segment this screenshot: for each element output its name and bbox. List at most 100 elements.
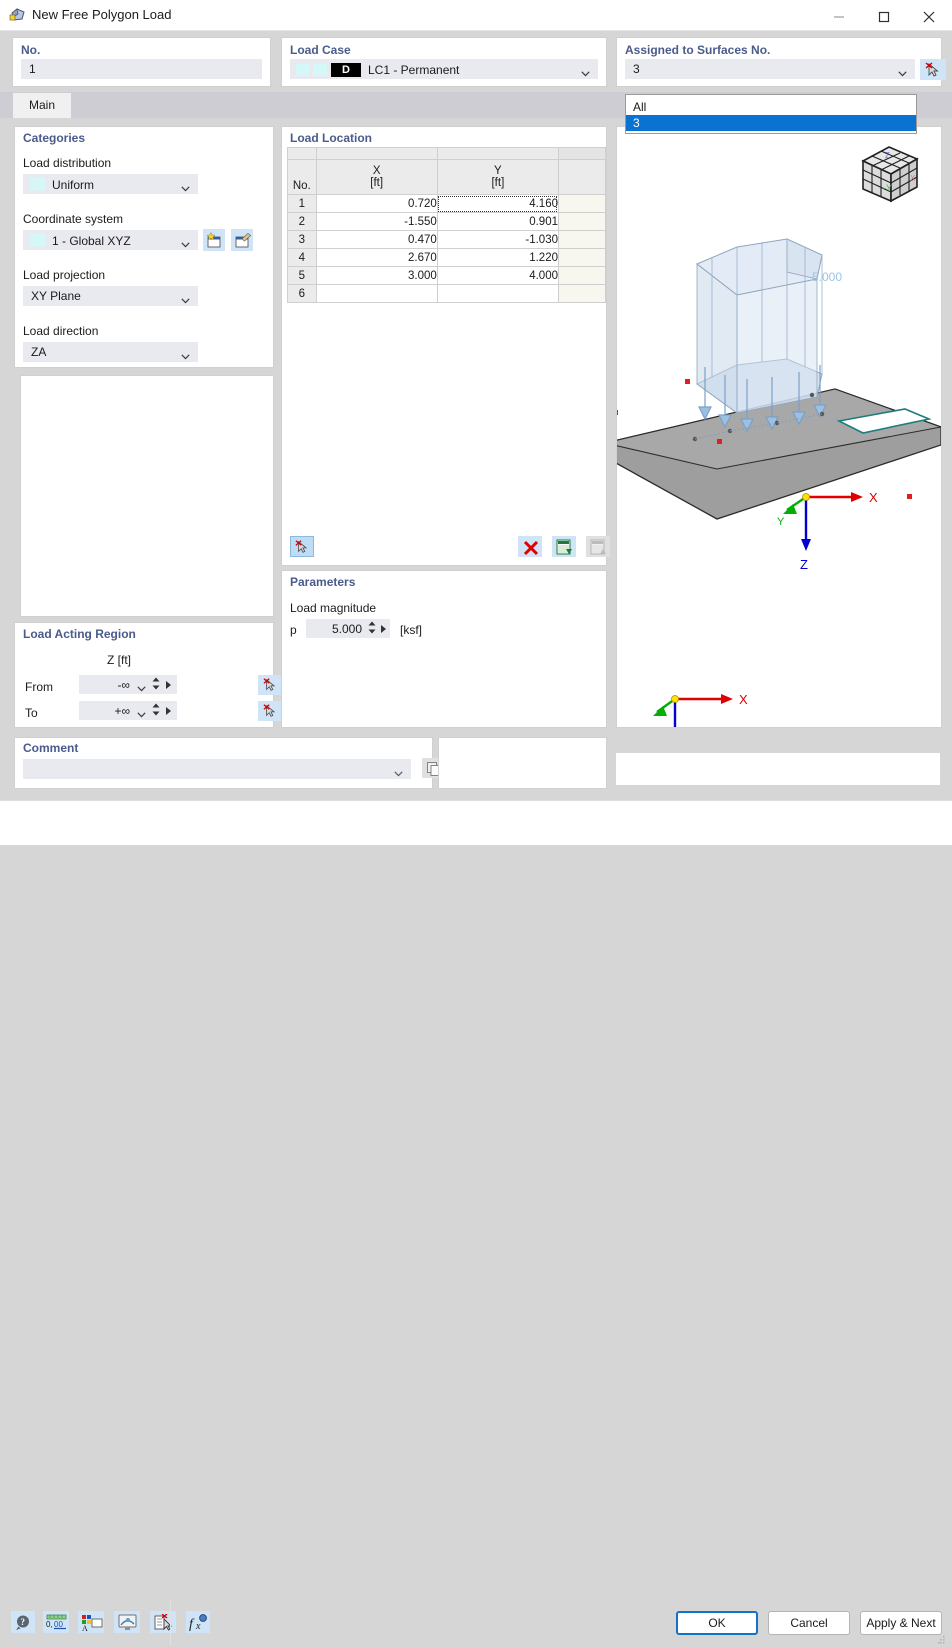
load-direction-combo[interactable]: ZA xyxy=(23,342,198,362)
comment-side-panel xyxy=(438,737,607,789)
assigned-surfaces-combo[interactable]: 3 xyxy=(625,59,915,79)
column-header-no: No. xyxy=(287,159,317,195)
row-4-x[interactable]: 2.670 xyxy=(315,248,438,267)
select-surface-icon[interactable] xyxy=(920,59,946,80)
svg-text:Y: Y xyxy=(777,516,785,528)
table-row[interactable]: 3 0.470 -1.030 xyxy=(287,230,607,249)
dropdown-option-all[interactable]: All xyxy=(626,99,916,115)
chevron-down-icon xyxy=(181,349,190,360)
to-label: To xyxy=(25,706,38,720)
load-magnitude-input[interactable]: 5.000 xyxy=(306,619,390,638)
svg-text:00: 00 xyxy=(54,1620,63,1629)
column-header-x: X [ft] xyxy=(315,159,438,195)
load-magnitude-spinner[interactable] xyxy=(368,620,376,637)
row-6-no: 6 xyxy=(287,284,317,303)
row-5-y[interactable]: 4.000 xyxy=(436,266,559,285)
load-direction-label: Load direction xyxy=(23,324,99,338)
export-excel-icon xyxy=(586,536,610,557)
from-input[interactable]: -∞ xyxy=(79,675,177,694)
tab-main[interactable]: Main xyxy=(12,92,72,118)
load-distribution-combo[interactable]: Uniform xyxy=(23,174,198,194)
row-3-y[interactable]: -1.030 xyxy=(436,230,559,249)
load-location-group: Load Location No. X [ft] Y [ft] 1 0.720 … xyxy=(281,126,610,566)
comment-label: Comment xyxy=(23,741,79,755)
select-to-icon[interactable] xyxy=(258,701,282,721)
load-case-combo[interactable]: D LC1 - Permanent xyxy=(290,59,598,79)
resize-grip[interactable] xyxy=(938,1633,946,1644)
to-spinner[interactable] xyxy=(152,702,160,719)
row-4-y[interactable]: 1.220 xyxy=(436,248,559,267)
maximize-button[interactable] xyxy=(862,0,907,30)
load-magnitude-symbol: p xyxy=(290,623,297,637)
table-row[interactable]: 1 0.720 4.160 xyxy=(287,194,607,213)
no-input[interactable]: 1 xyxy=(21,59,262,79)
units-decimals-icon[interactable]: 0, 00 xyxy=(43,1611,69,1633)
dialog-window: New Free Polygon Load No. 1 Load Case D … xyxy=(0,0,952,1645)
assigned-surfaces-title: Assigned to Surfaces No. xyxy=(625,43,771,57)
parameters-title: Parameters xyxy=(290,575,356,589)
no-group-title: No. xyxy=(21,43,41,57)
assigned-surfaces-dropdown[interactable]: All 3 xyxy=(625,94,917,134)
new-coordinate-system-icon[interactable] xyxy=(203,229,225,251)
table-row[interactable]: 4 2.670 1.220 xyxy=(287,248,607,267)
display-properties-icon[interactable]: A xyxy=(78,1611,104,1633)
table-row[interactable]: 2 -1.550 0.901 xyxy=(287,212,607,231)
row-2-y[interactable]: 0.901 xyxy=(436,212,559,231)
svg-text:X: X xyxy=(739,692,748,707)
load-case-title: Load Case xyxy=(290,43,351,57)
row-3-x[interactable]: 0.470 xyxy=(315,230,438,249)
comment-input[interactable] xyxy=(23,759,411,779)
from-spinner[interactable] xyxy=(152,676,160,693)
coordinate-system-label: Coordinate system xyxy=(23,212,124,226)
ok-button[interactable]: OK xyxy=(676,1611,758,1635)
coordinate-system-combo[interactable]: 1 - Global XYZ xyxy=(23,230,198,250)
cancel-button[interactable]: Cancel xyxy=(768,1611,850,1635)
row-5-no: 5 xyxy=(287,266,317,285)
row-5-x[interactable]: 3.000 xyxy=(315,266,438,285)
row-2-x[interactable]: -1.550 xyxy=(315,212,438,231)
from-more-arrow[interactable] xyxy=(166,680,171,689)
load-case-value: LC1 - Permanent xyxy=(368,63,460,77)
minimize-button[interactable] xyxy=(817,0,862,30)
select-object-icon[interactable] xyxy=(150,1611,176,1633)
load-projection-value: XY Plane xyxy=(31,289,81,303)
chevron-down-icon xyxy=(581,66,590,77)
to-input[interactable]: +∞ xyxy=(79,701,177,720)
polygon-load-icon xyxy=(9,6,27,24)
load-location-table[interactable]: No. X [ft] Y [ft] 1 0.720 4.160 2 -1.550… xyxy=(287,147,607,303)
3d-viewport[interactable]: 5.000 X Z Y X Z xyxy=(616,126,942,728)
import-excel-icon[interactable] xyxy=(552,536,576,557)
load-magnitude-more-arrow[interactable] xyxy=(381,624,386,633)
no-group: No. 1 xyxy=(12,37,271,87)
visual-settings-icon[interactable] xyxy=(114,1611,140,1633)
svg-text:X: X xyxy=(869,490,878,505)
to-more-arrow[interactable] xyxy=(166,706,171,715)
load-projection-combo[interactable]: XY Plane xyxy=(23,286,198,306)
svg-text:X: X xyxy=(910,174,916,183)
select-from-icon[interactable] xyxy=(258,675,282,695)
load-direction-value: ZA xyxy=(31,345,47,359)
dropdown-option-3[interactable]: 3 xyxy=(626,115,916,131)
chevron-down-icon xyxy=(898,66,907,77)
table-row[interactable]: 6 xyxy=(287,284,607,303)
formula-icon[interactable]: f x xyxy=(186,1611,210,1633)
load-distribution-value: Uniform xyxy=(52,178,95,192)
table-row[interactable]: 5 3.000 4.000 xyxy=(287,266,607,285)
chevron-down-icon xyxy=(394,766,403,777)
column-header-x-unit: [ft] xyxy=(370,177,384,189)
categories-title: Categories xyxy=(23,131,86,145)
to-value: +∞ xyxy=(114,704,130,718)
view-cube-icon[interactable]: -Y Z X xyxy=(853,139,925,209)
load-case-color-1 xyxy=(296,64,310,76)
chevron-down-icon xyxy=(137,681,146,695)
apply-next-button[interactable]: Apply & Next xyxy=(860,1611,942,1635)
close-button[interactable] xyxy=(907,0,952,30)
delete-red-x-icon[interactable] xyxy=(518,536,542,557)
select-points-icon[interactable] xyxy=(290,536,314,557)
row-1-x[interactable]: 0.720 xyxy=(315,194,438,213)
row-6-x[interactable] xyxy=(315,284,438,303)
row-1-y[interactable]: 4.160 xyxy=(436,194,559,213)
edit-coordinate-system-icon[interactable] xyxy=(231,229,253,251)
row-6-y[interactable] xyxy=(436,284,559,303)
help-icon[interactable]: ? xyxy=(11,1611,35,1633)
